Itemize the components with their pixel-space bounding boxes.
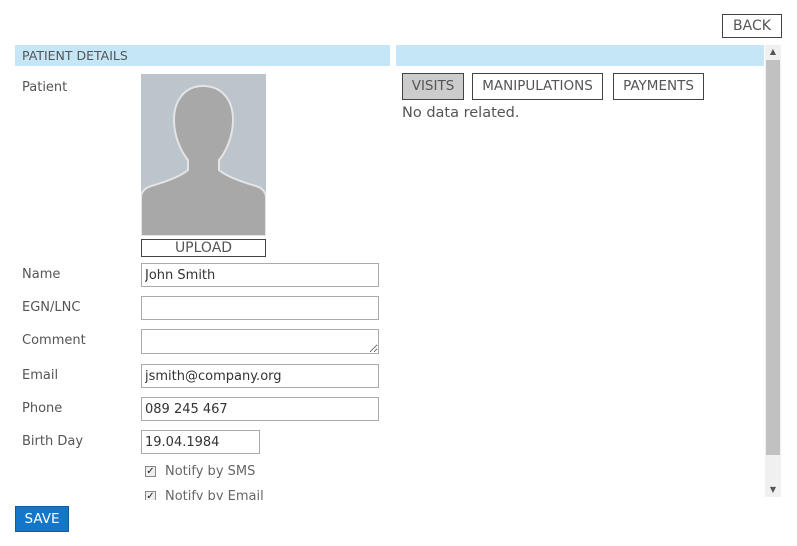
notify-email-row[interactable]: ✓ Notify by Email bbox=[145, 489, 264, 500]
phone-input[interactable] bbox=[141, 397, 379, 421]
patient-photo bbox=[141, 74, 266, 236]
comment-label: Comment bbox=[22, 333, 86, 348]
phone-label: Phone bbox=[22, 401, 63, 416]
egn-input[interactable] bbox=[141, 296, 379, 320]
egn-label: EGN/LNC bbox=[22, 300, 81, 315]
related-data-panel: VISITS MANIPULATIONS PAYMENTS No data re… bbox=[396, 66, 764, 500]
empty-message: No data related. bbox=[402, 105, 520, 121]
patient-details-header: PATIENT DETAILS bbox=[15, 45, 390, 66]
tab-payments[interactable]: PAYMENTS bbox=[613, 73, 704, 100]
related-data-header bbox=[396, 45, 764, 66]
notify-sms-checkbox[interactable]: ✓ bbox=[145, 466, 156, 477]
notify-email-label: Notify by Email bbox=[165, 489, 264, 500]
back-button[interactable]: BACK bbox=[722, 14, 782, 38]
patient-label: Patient bbox=[22, 80, 68, 95]
scroll-up-icon[interactable]: ▲ bbox=[765, 45, 781, 59]
save-button[interactable]: SAVE bbox=[15, 506, 69, 532]
email-label: Email bbox=[22, 368, 59, 383]
comment-textarea[interactable] bbox=[141, 329, 379, 354]
name-label: Name bbox=[22, 267, 61, 282]
birthday-input[interactable] bbox=[141, 430, 260, 454]
tab-visits[interactable]: VISITS bbox=[402, 73, 464, 100]
tab-manipulations[interactable]: MANIPULATIONS bbox=[472, 73, 603, 100]
email-input[interactable] bbox=[141, 364, 379, 388]
notify-sms-row[interactable]: ✓ Notify by SMS bbox=[145, 464, 255, 479]
name-input[interactable] bbox=[141, 263, 379, 287]
upload-button[interactable]: UPLOAD bbox=[141, 239, 266, 257]
vertical-scrollbar[interactable]: ▲ ▼ bbox=[765, 45, 781, 497]
notify-email-checkbox[interactable]: ✓ bbox=[145, 491, 156, 500]
scroll-thumb[interactable] bbox=[766, 60, 780, 455]
notify-sms-label: Notify by SMS bbox=[165, 464, 256, 479]
birthday-label: Birth Day bbox=[22, 434, 84, 449]
avatar-placeholder-icon bbox=[141, 74, 266, 236]
scroll-down-icon[interactable]: ▼ bbox=[765, 483, 781, 497]
patient-details-panel: Patient UPLOAD Name EGN/LNC Comment Emai… bbox=[15, 66, 390, 500]
